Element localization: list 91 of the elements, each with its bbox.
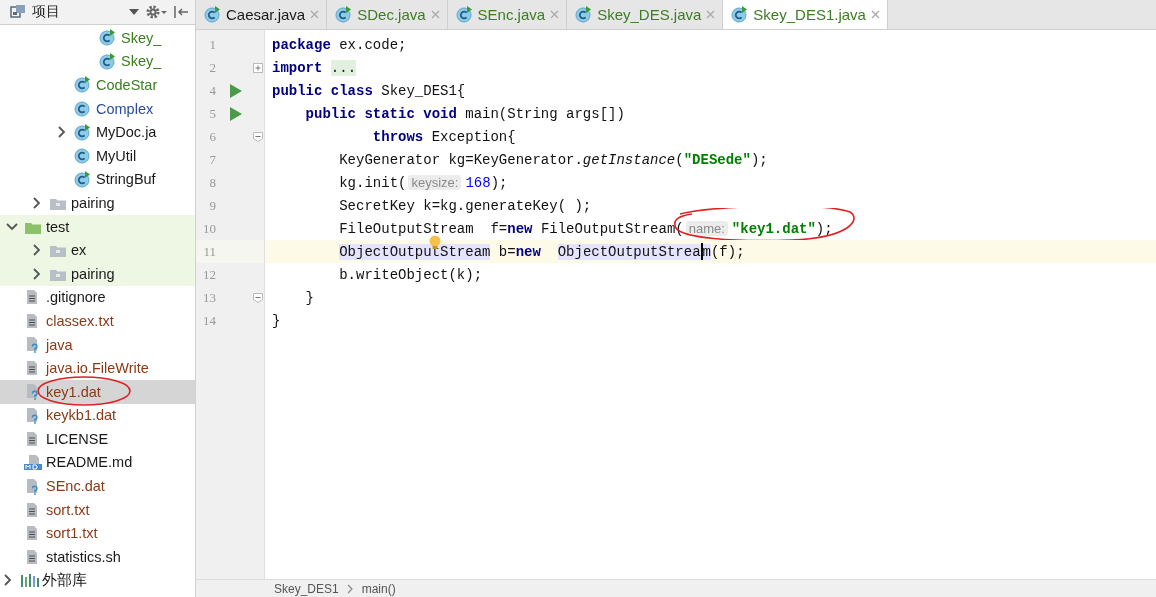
tree-item[interactable]: README.md — [0, 450, 195, 475]
code-line: } — [304, 288, 315, 308]
class-icon — [731, 6, 749, 23]
breadcrumb-item[interactable]: Skey_DES1 — [274, 581, 339, 596]
file-icon — [24, 312, 40, 329]
collapsed-chevron-icon[interactable] — [31, 196, 43, 209]
line-number: 5 — [208, 105, 216, 122]
chevron-icon — [346, 583, 354, 594]
tree-item[interactable]: sort1.txt — [0, 521, 195, 546]
editor-tab[interactable]: SDec.java — [327, 0, 448, 29]
unknown-file-icon — [24, 477, 40, 495]
line-number: 14 — [202, 312, 216, 329]
line-number: 6 — [208, 128, 216, 145]
code-line: import ... — [271, 58, 358, 78]
tree-item[interactable]: test — [0, 214, 195, 239]
collapsed-chevron-icon[interactable] — [31, 267, 43, 280]
tree-item[interactable]: key1.dat — [0, 379, 195, 404]
line-number: 11 — [202, 243, 216, 260]
code-line: public static void main(String args[]) — [304, 104, 626, 124]
tree-item[interactable]: 外部库 — [0, 568, 195, 593]
file-icon — [24, 360, 40, 377]
unknown-file-icon — [24, 336, 40, 353]
run-icon[interactable] — [229, 82, 243, 99]
tree-item[interactable]: pairing — [0, 261, 195, 286]
class-icon — [455, 6, 473, 23]
expand-fold-icon[interactable] — [253, 62, 263, 73]
collapsed-chevron-icon[interactable] — [2, 574, 14, 587]
tree-item[interactable]: SEnc.dat — [0, 474, 195, 498]
class-icon — [335, 6, 353, 23]
code-line: } — [271, 311, 282, 331]
line-number: 8 — [208, 174, 216, 191]
breadcrumb-item[interactable]: main() — [361, 581, 396, 596]
file-icon — [24, 548, 40, 565]
library-icon — [20, 572, 40, 589]
collapsed-chevron-icon[interactable] — [56, 126, 68, 139]
file-icon — [24, 430, 40, 447]
settings-icon[interactable] — [145, 4, 167, 20]
tree-item[interactable]: .gitignore — [0, 285, 195, 310]
line-number: 9 — [208, 197, 216, 214]
tree-item[interactable]: java — [0, 332, 195, 357]
tree-item[interactable]: classex.txt — [0, 309, 195, 333]
code-line: b.writeObject(k); — [338, 265, 484, 285]
tree-item[interactable]: statistics.sh — [0, 545, 195, 569]
code-line: KeyGenerator kg=KeyGenerator.getInstance("DESede"); — [338, 150, 769, 170]
tree-item[interactable]: Complex — [0, 96, 195, 121]
code-line: public class Skey_DES1{ — [271, 81, 467, 101]
tree-item[interactable]: CodeStar — [0, 73, 195, 97]
tree-item[interactable]: Skey_ — [0, 49, 195, 74]
tree-item[interactable]: LICENSE — [0, 427, 195, 451]
tree-item[interactable]: keykb1.dat — [0, 403, 195, 428]
collapse-icon[interactable] — [173, 4, 189, 20]
line-number: 4 — [208, 82, 216, 99]
line-number: 10 — [202, 220, 216, 237]
unknown-file-icon — [24, 383, 40, 401]
text-cursor — [700, 243, 703, 260]
tree-item[interactable]: MyUtil — [0, 143, 195, 168]
code-line: package ex.code; — [271, 35, 408, 55]
tree-item[interactable]: Skey_ — [0, 26, 195, 50]
line-number: 2 — [208, 59, 216, 76]
tree-item[interactable]: pairing — [0, 191, 195, 215]
tree-item[interactable]: StringBuf — [0, 167, 195, 192]
project-view-icon[interactable] — [10, 4, 26, 20]
line-number: 13 — [202, 289, 216, 306]
editor-tab[interactable]: Caesar.java — [196, 0, 328, 29]
line-number: 1 — [208, 36, 216, 53]
file-icon — [24, 501, 40, 518]
markdown-file-icon — [24, 454, 42, 471]
line-number: 12 — [202, 266, 216, 283]
run-icon[interactable] — [229, 105, 243, 122]
editor-tab[interactable]: Skey_DES1.java — [723, 0, 888, 29]
editor-tab[interactable]: SEnc.java — [447, 0, 568, 29]
file-icon — [24, 289, 40, 306]
tree-item[interactable]: ex — [0, 238, 195, 262]
collapse-fold-icon[interactable] — [253, 131, 263, 142]
class-icon — [204, 6, 221, 23]
file-icon — [24, 525, 40, 542]
code-line: throws Exception{ — [371, 127, 517, 147]
tree-item[interactable]: sort.txt — [0, 497, 195, 522]
code-line: kg.init( keysize: 168); — [338, 173, 509, 193]
dropdown-caret-icon[interactable] — [129, 9, 139, 15]
panel-title[interactable]: 项目 — [32, 3, 60, 21]
line-number: 7 — [208, 151, 216, 168]
collapse-fold-icon[interactable] — [253, 292, 263, 303]
code-line: SecretKey k=kg.generateKey( ); — [338, 196, 593, 216]
class-icon — [575, 6, 593, 23]
tree-item[interactable]: MyDoc.ja — [0, 120, 195, 144]
collapsed-chevron-icon[interactable] — [31, 244, 43, 257]
tree-item[interactable]: java.io.FileWrite — [0, 356, 195, 380]
unknown-file-icon — [24, 406, 40, 424]
close-icon[interactable] — [870, 10, 880, 19]
expanded-chevron-icon[interactable] — [6, 220, 18, 233]
